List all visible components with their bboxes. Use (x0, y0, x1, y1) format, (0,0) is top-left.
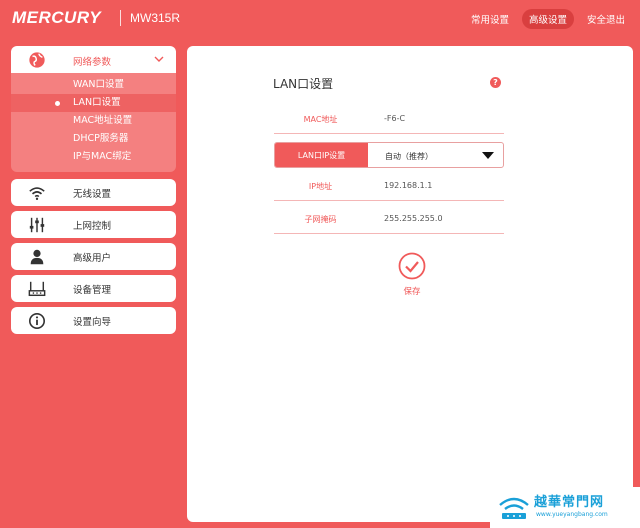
mask-label: 子网掩码 (304, 215, 337, 224)
user-icon (30, 249, 44, 265)
sidebar-group-label: 高级用户 (73, 252, 112, 264)
mac-label: MAC地址 (303, 115, 338, 124)
ip-row: IP地址 192.168.1.1 (274, 171, 504, 201)
brand-logo: MERCURY (12, 8, 102, 27)
sidebar-group-advanced-users[interactable]: 高级用户 (11, 243, 176, 270)
ip-value: 192.168.1.1 (384, 181, 433, 190)
header: MERCURY MW315R 常用设置 高级设置 安全退出 (0, 0, 640, 38)
watermark-title: 越華常門网 (534, 495, 605, 510)
info-icon (28, 312, 46, 330)
sidebar-item-mac[interactable]: MAC地址设置 (11, 112, 176, 130)
page-title: LAN口设置 (273, 77, 334, 91)
watermark-logo-icon (499, 497, 529, 519)
lan-ip-mode-label: LAN口IP设置 (275, 143, 368, 167)
sidebar-group-label: 上网控制 (73, 220, 112, 232)
ip-label: IP地址 (308, 182, 333, 191)
mac-row: MAC地址 -F6-C (274, 104, 504, 134)
sidebar-group-label: 设置向导 (73, 316, 112, 328)
mask-value: 255.255.255.0 (384, 214, 443, 223)
sidebar-item-ip-mac-binding[interactable]: IP与MAC绑定 (11, 148, 176, 166)
logo-divider (120, 10, 121, 26)
watermark-url: www.yueyangbang.com (536, 511, 608, 518)
sidebar-item-dhcp[interactable]: DHCP服务器 (11, 130, 176, 148)
sidebar-group-label: 设备管理 (73, 284, 112, 296)
sidebar-group-network[interactable]: 网络参数 (11, 46, 176, 73)
top-nav: 常用设置 高级设置 安全退出 (464, 9, 632, 29)
caret-down-icon (482, 152, 494, 159)
main-panel: LAN口设置 ? MAC地址 -F6-C LAN口IP设置 自动（推荐） IP地… (187, 46, 633, 522)
nav-advanced-settings[interactable]: 高级设置 (521, 9, 574, 29)
save-button[interactable] (398, 252, 426, 280)
lan-ip-mode-select[interactable]: 自动（推荐） (368, 143, 503, 167)
model-name: MW315R (130, 11, 181, 25)
lan-ip-mode-value: 自动（推荐） (385, 152, 433, 161)
help-icon[interactable]: ? (490, 77, 501, 88)
sliders-icon (29, 217, 45, 233)
sidebar-group-setup-wizard[interactable]: 设置向导 (11, 307, 176, 334)
sidebar-group-device-management[interactable]: 设备管理 (11, 275, 176, 302)
router-icon (28, 281, 46, 297)
sidebar-group-label: 网络参数 (73, 57, 112, 68)
mask-row: 子网掩码 255.255.255.0 (274, 204, 504, 234)
sidebar-group-access-control[interactable]: 上网控制 (11, 211, 176, 238)
sidebar-item-lan[interactable]: LAN口设置 (11, 94, 176, 112)
sidebar-item-wan[interactable]: WAN口设置 (11, 76, 176, 94)
globe-icon (29, 52, 45, 68)
sidebar-group-wireless[interactable]: 无线设置 (11, 179, 176, 206)
chevron-down-icon[interactable] (154, 54, 164, 64)
sidebar-group-label: 无线设置 (73, 188, 112, 200)
sidebar-submenu: WAN口设置 LAN口设置 MAC地址设置 DHCP服务器 IP与MAC绑定 (11, 73, 176, 172)
save-label: 保存 (403, 287, 421, 297)
wifi-icon (29, 187, 45, 201)
lan-ip-mode-row: LAN口IP设置 自动（推荐） (274, 142, 504, 168)
nav-common-settings[interactable]: 常用设置 (464, 9, 516, 29)
nav-logout[interactable]: 安全退出 (580, 9, 632, 29)
watermark: 越華常門网 www.yueyangbang.com (490, 487, 640, 528)
sidebar: 网络参数 WAN口设置 LAN口设置 MAC地址设置 DHCP服务器 IP与MA… (11, 46, 176, 339)
mac-value: -F6-C (384, 114, 406, 123)
